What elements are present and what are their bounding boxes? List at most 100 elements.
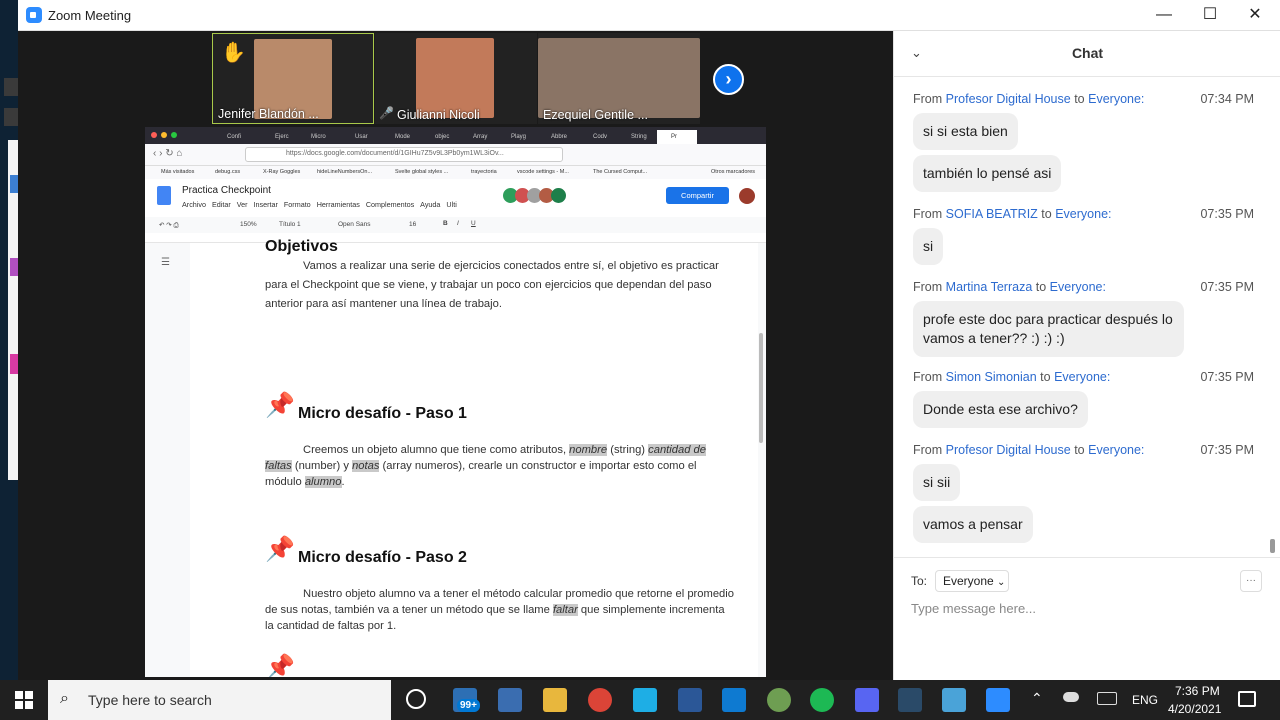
doc-paragraph: Nuestro objeto alumno va a tener el méto…	[265, 586, 735, 634]
bold-icon[interactable]: B	[443, 220, 448, 227]
browser-tab[interactable]: Confi	[227, 130, 241, 144]
bookmark[interactable]: Otros marcadores	[711, 169, 755, 175]
next-page-button[interactable]: ›	[713, 64, 744, 95]
language-indicator[interactable]: ENG	[1132, 693, 1158, 707]
chrome-icon[interactable]	[588, 688, 612, 712]
chrome-profile-icon[interactable]	[767, 688, 791, 712]
message-time: 07:35 PM	[1200, 370, 1254, 384]
chat-message-input[interactable]: Type message here...	[911, 601, 1261, 621]
font-size-field[interactable]: 16	[409, 221, 416, 228]
doc-title[interactable]: Practica Checkpoint	[182, 185, 271, 196]
sender-name[interactable]: Profesor Digital House	[946, 443, 1071, 457]
menu-item[interactable]: Insertar	[254, 200, 278, 209]
browser-tab[interactable]: Playg	[511, 130, 526, 144]
notifications-icon[interactable]	[1238, 691, 1256, 707]
mail-badge: 99+	[457, 699, 480, 712]
cortana-icon[interactable]	[406, 689, 426, 709]
close-button[interactable]: ✕	[1235, 4, 1275, 26]
vscode-icon[interactable]	[722, 688, 746, 712]
outline-icon[interactable]: ☰	[161, 257, 170, 268]
menu-item[interactable]: Formato	[284, 200, 311, 209]
browser-tab[interactable]: Micro	[311, 130, 326, 144]
browser-tab[interactable]: Array	[473, 130, 487, 144]
menu-item[interactable]: Editar	[212, 200, 231, 209]
bookmark[interactable]: Svelte global styles ...	[395, 169, 448, 175]
bookmark[interactable]: X-Ray Goggles	[263, 169, 300, 175]
participant-name: Jenifer Blandón ...	[218, 107, 319, 121]
sender-name[interactable]: Profesor Digital House	[946, 92, 1071, 106]
highlight: alumno	[304, 476, 342, 488]
bookmark[interactable]: Más visitados	[161, 169, 194, 175]
doc-scrollbar[interactable]	[759, 333, 763, 443]
zoom-taskbar-icon[interactable]	[986, 688, 1010, 712]
bookmark[interactable]: hideLineNumbersOn...	[317, 169, 372, 175]
undo-redo-icon[interactable]: ↶ ↷ ⎙	[159, 221, 179, 230]
keyboard-icon[interactable]	[1097, 692, 1117, 705]
doc-page[interactable]: Objetivos Vamos a realizar una serie de …	[190, 238, 758, 677]
bookmark[interactable]: trayectoria	[471, 169, 497, 175]
menu-item[interactable]: Ulti	[446, 200, 456, 209]
menu-item[interactable]: Complementos	[366, 200, 414, 209]
app-icon[interactable]	[942, 688, 966, 712]
account-avatar[interactable]	[739, 188, 755, 204]
sender-name[interactable]: Simon Simonian	[946, 370, 1037, 384]
file-explorer-icon[interactable]	[543, 688, 567, 712]
underline-icon[interactable]: U	[471, 220, 476, 227]
chat-scrollbar[interactable]	[1270, 539, 1275, 553]
font-select[interactable]: Open Sans	[338, 221, 371, 228]
url-bar[interactable]: https://docs.google.com/document/d/1GIHu…	[245, 147, 563, 162]
message-sender: From Simon Simonian to Everyone:	[913, 370, 1110, 384]
browser-tab[interactable]: Mode	[395, 130, 410, 144]
message-time: 07:35 PM	[1200, 443, 1254, 457]
skype-icon[interactable]	[633, 688, 657, 712]
style-select[interactable]: Título 1	[279, 221, 301, 228]
bookmark[interactable]: The Cursed Comput...	[593, 169, 647, 175]
browser-tab[interactable]: Codv	[593, 130, 607, 144]
discord-icon[interactable]	[855, 688, 879, 712]
more-options-button[interactable]: ···	[1240, 570, 1262, 592]
traffic-close-icon	[151, 132, 157, 138]
to-word: to	[1074, 92, 1085, 106]
sender-name[interactable]: Martina Terraza	[946, 280, 1033, 294]
spotify-icon[interactable]	[810, 688, 834, 712]
menu-item[interactable]: Herramientas	[317, 200, 360, 209]
browser-tab[interactable]: Ejerc	[275, 130, 289, 144]
share-button[interactable]: Compartir	[666, 187, 729, 204]
clock-time[interactable]: 7:36 PM	[1175, 684, 1220, 698]
menu-item[interactable]: Ver	[237, 200, 248, 209]
message-time: 07:34 PM	[1200, 92, 1254, 106]
bookmark[interactable]: debug.css	[215, 169, 240, 175]
windows-start-icon[interactable]	[15, 691, 33, 709]
search-placeholder: Type here to search	[88, 692, 212, 708]
participant-tile[interactable]: 🎤 Giulianni Nicoli	[375, 33, 537, 124]
word-icon[interactable]	[678, 688, 702, 712]
maximize-button[interactable]: ☐	[1190, 4, 1230, 26]
menu-item[interactable]: Archivo	[182, 200, 206, 209]
browser-tab[interactable]: Usar	[355, 130, 368, 144]
sender-name[interactable]: SOFIA BEATRIZ	[946, 207, 1038, 221]
bookmark[interactable]: vscode settings - M...	[517, 169, 569, 175]
participant-tile[interactable]: Ezequiel Gentile ...	[538, 33, 700, 124]
participant-tile[interactable]: ✋ Jenifer Blandón ...	[212, 33, 374, 124]
menu-item[interactable]: Ayuda	[420, 200, 440, 209]
store-icon[interactable]	[498, 688, 522, 712]
docs-menubar: Archivo Editar Ver Insertar Formato Herramien…	[182, 200, 457, 209]
browser-tab[interactable]: Abbre	[551, 130, 567, 144]
minimize-button[interactable]: —	[1144, 4, 1184, 26]
ruler	[145, 233, 766, 243]
italic-icon[interactable]: I	[457, 220, 459, 227]
taskbar-search[interactable]: ⌕ Type here to search	[48, 680, 391, 720]
browser-tab-active[interactable]: Pr	[657, 130, 697, 144]
app-icon[interactable]	[898, 688, 922, 712]
recipient-select[interactable]: Everyone ⌄	[935, 570, 1009, 592]
browser-tab[interactable]: String	[631, 130, 647, 144]
from-word: From	[913, 92, 943, 106]
tray-chevron-icon[interactable]: ⌃	[1031, 690, 1043, 707]
zoom-select[interactable]: 150%	[240, 221, 257, 228]
nav-arrows-icon[interactable]: ‹ › ↻ ⌂	[153, 148, 182, 159]
to-word: to	[1035, 280, 1047, 294]
browser-tab[interactable]: objec	[435, 130, 449, 144]
onedrive-icon[interactable]	[1063, 692, 1079, 702]
avatar[interactable]	[551, 188, 566, 203]
clock-date[interactable]: 4/20/2021	[1168, 702, 1221, 716]
